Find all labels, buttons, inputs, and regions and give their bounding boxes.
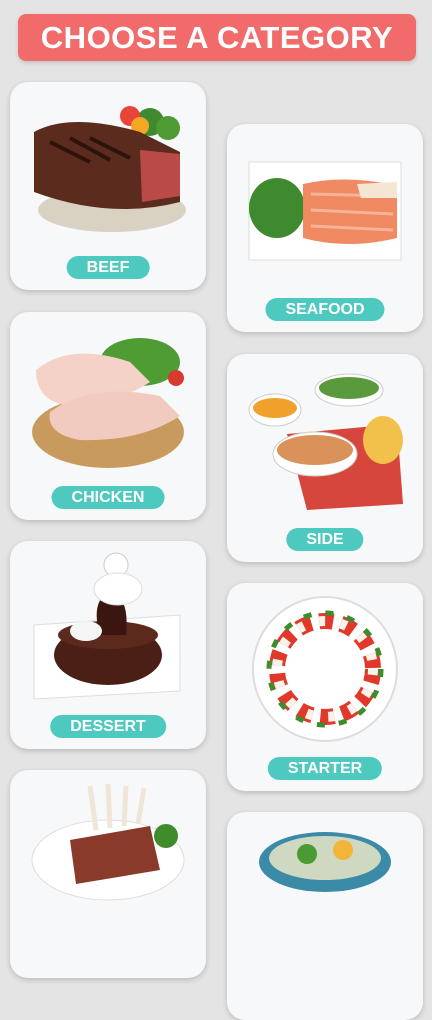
category-card-side[interactable]: SIDE — [227, 354, 423, 562]
header-banner: CHOOSE A CATEGORY — [18, 14, 416, 61]
category-label-beef: BEEF — [66, 256, 150, 279]
seafood-image — [248, 161, 402, 261]
starter-image — [252, 596, 398, 742]
beef-image — [34, 106, 186, 232]
category-card-starter[interactable]: STARTER — [227, 583, 423, 791]
category-label-seafood: SEAFOOD — [265, 298, 385, 321]
side-dish-image — [248, 373, 403, 510]
category-card-lamb[interactable] — [10, 770, 206, 978]
category-card-dessert[interactable]: DESSERT — [10, 541, 206, 749]
chicken-image — [32, 338, 184, 468]
category-card-beef[interactable]: BEEF — [10, 82, 206, 290]
category-label-dessert: DESSERT — [50, 715, 166, 738]
lamb-rack-image — [31, 783, 185, 901]
category-label-side: SIDE — [286, 528, 364, 551]
category-label-starter: STARTER — [267, 757, 383, 780]
category-label-chicken: CHICKEN — [51, 486, 165, 509]
dessert-image — [33, 552, 181, 700]
category-card-chicken[interactable]: CHICKEN — [10, 312, 206, 520]
bowl-image — [259, 832, 391, 892]
page-title: CHOOSE A CATEGORY — [40, 19, 394, 55]
category-card-seafood[interactable]: SEAFOOD — [227, 124, 423, 332]
category-card-bowl[interactable] — [227, 812, 423, 1020]
